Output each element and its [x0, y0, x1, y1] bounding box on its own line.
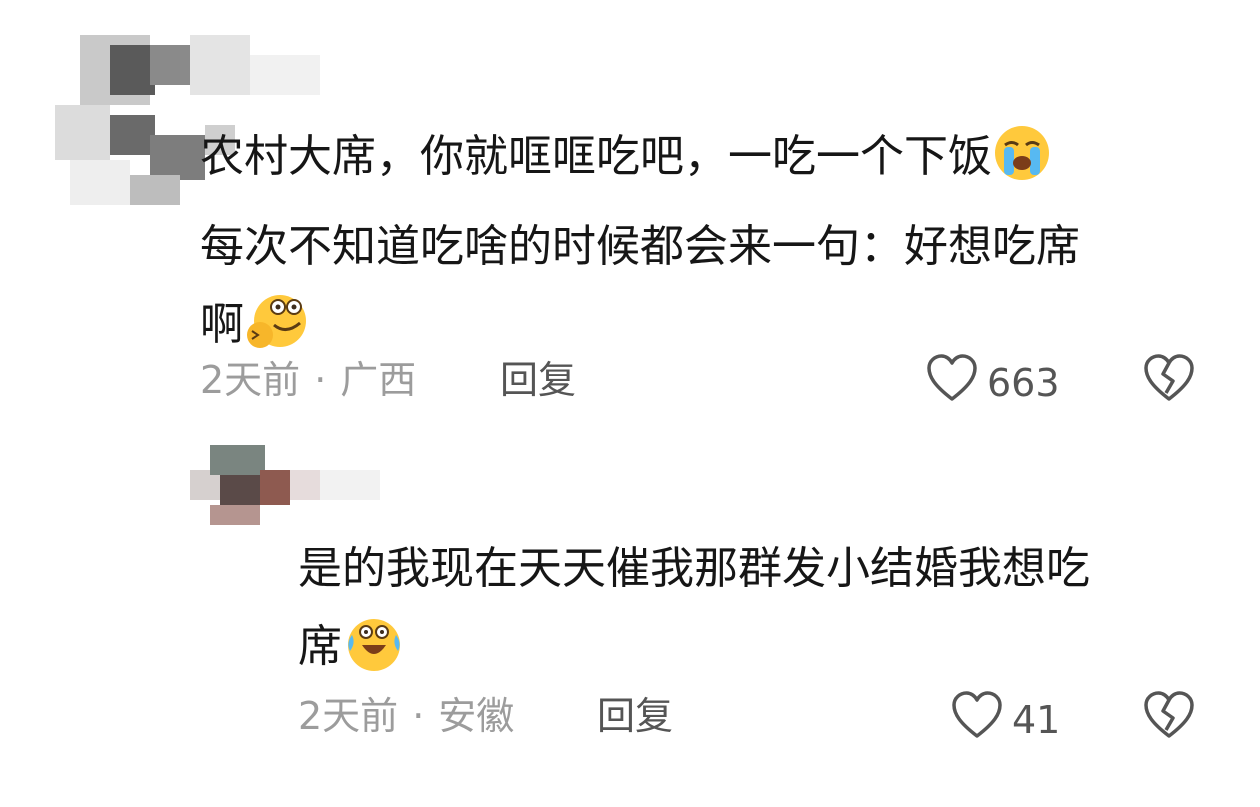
heart-outline-icon [950, 690, 1012, 749]
broken-heart-icon [1142, 691, 1196, 744]
dislike-button[interactable] [1142, 353, 1196, 407]
comment-line: 每次不知道吃啥的时候都会来一句：好想吃席 [200, 221, 1080, 272]
reply-button[interactable]: 回复 [597, 694, 673, 738]
like-count: 41 [1012, 697, 1061, 742]
like-count: 663 [987, 360, 1060, 405]
broken-heart-icon [1142, 354, 1196, 407]
comment-line: 是的我现在天天催我那群发小结婚我想吃 [298, 543, 1090, 594]
comment-line: 啊 [200, 299, 244, 350]
comment-time: 2天前 [298, 694, 399, 738]
comment-location: 广西 [340, 358, 417, 402]
dislike-button[interactable] [1142, 690, 1196, 744]
tears-of-joy-emoji-icon [342, 613, 406, 698]
comment-meta: 2天前 · 广西 [200, 358, 416, 402]
loudly-crying-emoji-icon [992, 123, 1052, 208]
comment-location: 安徽 [438, 694, 515, 738]
comment-time: 2天前 [200, 358, 301, 402]
heart-outline-icon [925, 353, 987, 412]
like-button[interactable]: 663 [925, 353, 1060, 412]
comment-line: 席 [298, 621, 342, 672]
like-button[interactable]: 41 [950, 690, 1060, 749]
avatar[interactable] [180, 440, 440, 540]
meta-separator: · [314, 358, 327, 402]
comment-text: 是的我现在天天催我那群发小结婚我想吃 席 [298, 530, 1218, 698]
comment-text: 农村大席，你就哐哐吃吧，一吃一个下饭 每次不知道吃啥的时候都会来一句：好想吃席 … [200, 118, 1210, 376]
comment-line: 农村大席，你就哐哐吃吧，一吃一个下饭 [200, 131, 992, 182]
meta-separator: · [412, 694, 425, 738]
reply-button[interactable]: 回复 [500, 358, 576, 402]
comment-meta: 2天前 · 安徽 [298, 694, 514, 738]
